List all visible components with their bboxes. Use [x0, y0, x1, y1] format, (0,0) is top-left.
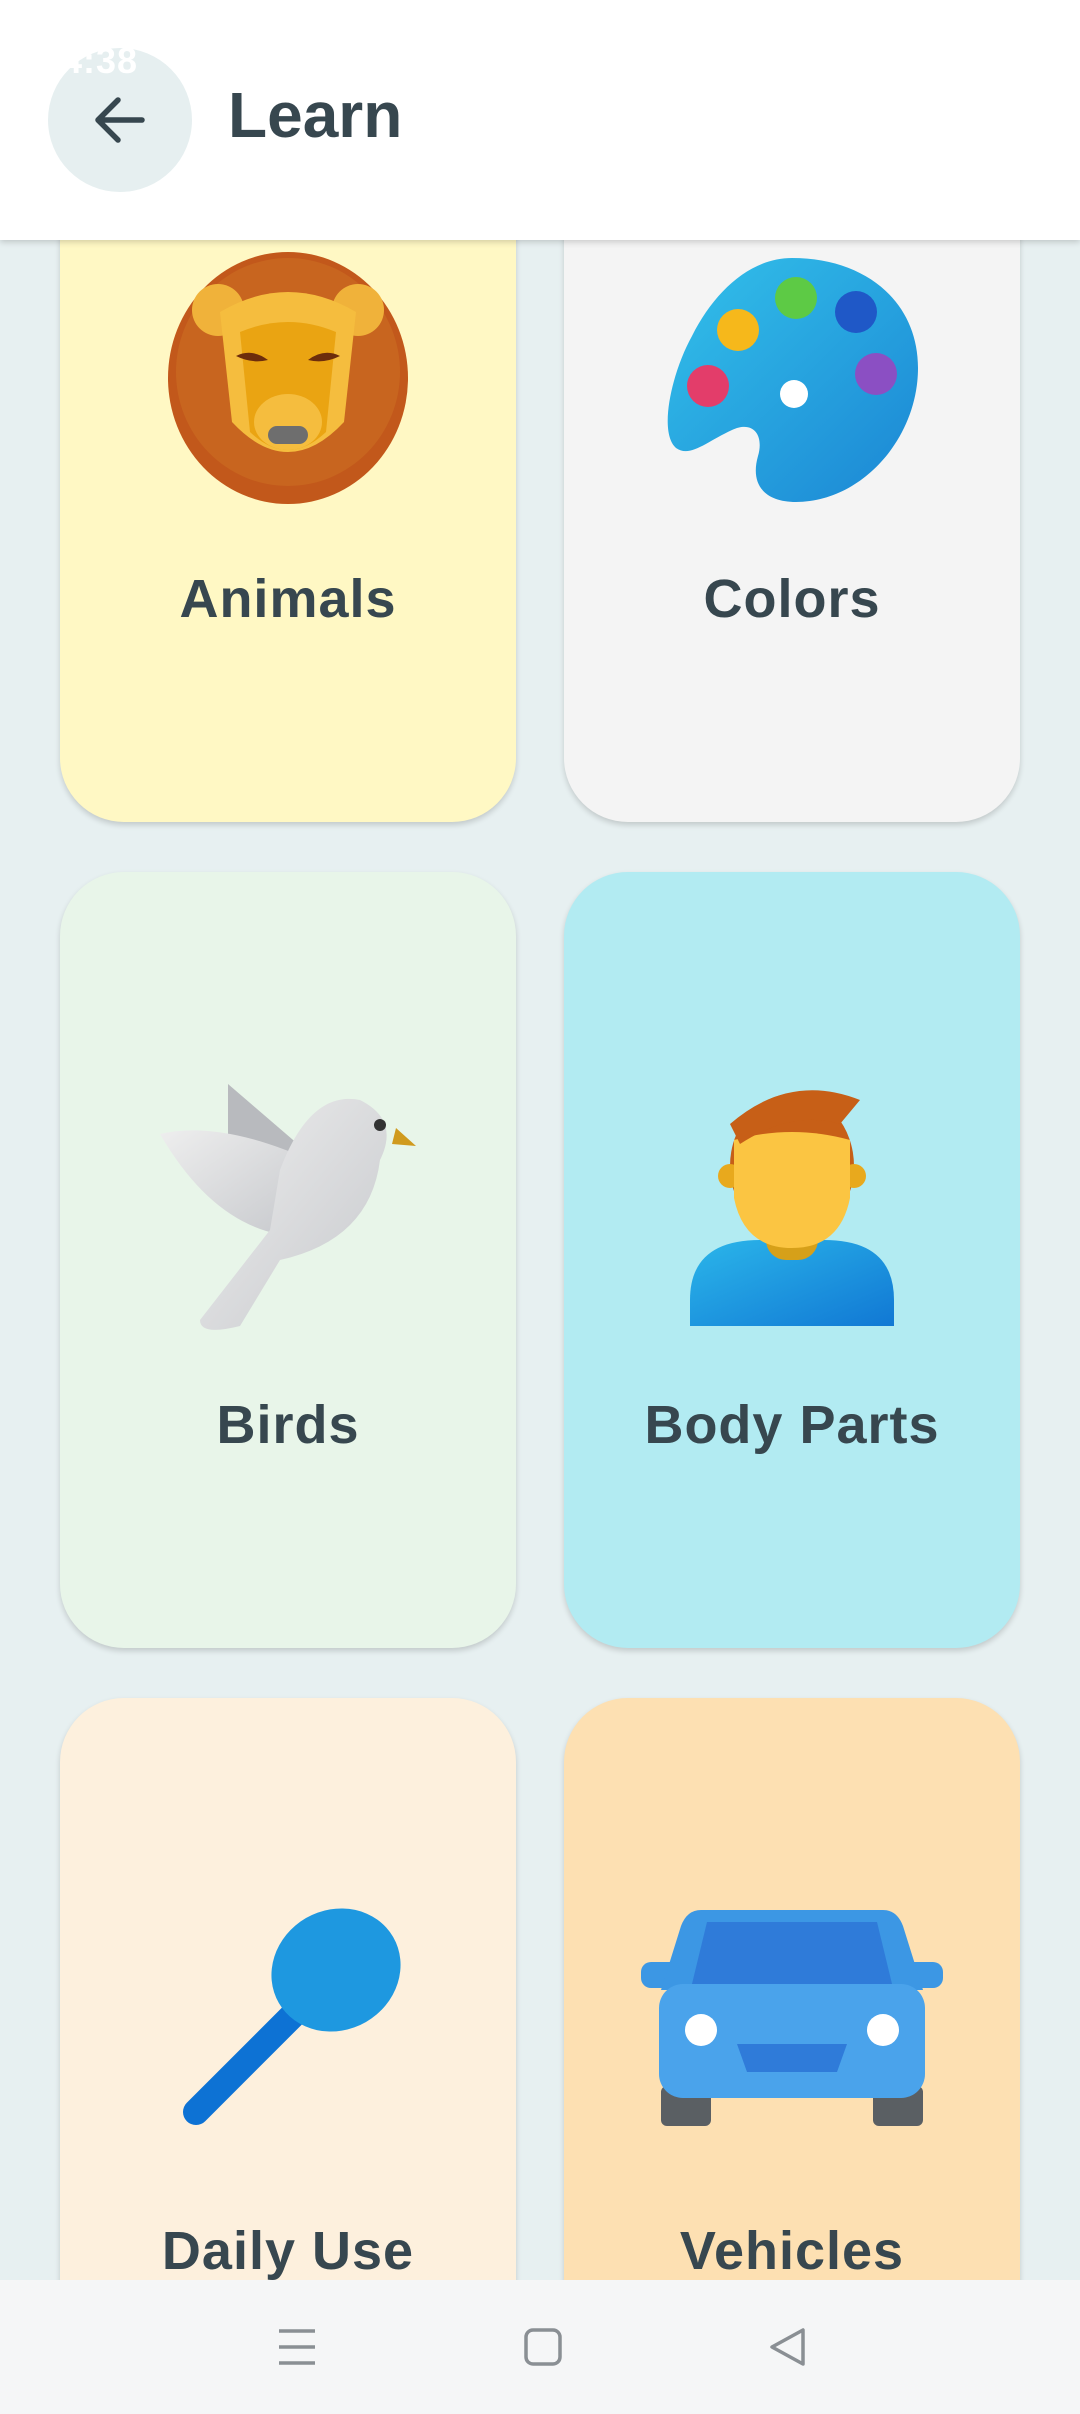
nav-home-button[interactable] [498, 2302, 588, 2392]
category-label: Birds [216, 1395, 360, 1455]
category-label: Daily Use [161, 2221, 415, 2280]
car-icon [564, 1906, 1020, 2126]
palette-icon [564, 252, 1020, 504]
spoon-icon [60, 1906, 516, 2134]
system-navigation-bar [0, 2280, 1080, 2414]
page-title: Learn [228, 79, 403, 151]
category-label: Animals [179, 569, 397, 629]
arrow-left-icon [95, 97, 145, 143]
category-grid[interactable]: Animals Colors Birds Body Parts Daily Us… [0, 0, 1080, 2280]
home-icon [524, 2328, 562, 2366]
category-card-body-parts[interactable]: Body Parts [564, 872, 1020, 1648]
dove-icon [60, 1080, 516, 1330]
category-card-daily-use[interactable]: Daily Use [60, 1698, 516, 2280]
person-icon [564, 1080, 1020, 1326]
category-label: Vehicles [679, 2221, 905, 2280]
nav-recents-button[interactable] [252, 2302, 342, 2392]
category-label: Body Parts [644, 1395, 940, 1455]
menu-icon [279, 2329, 315, 2365]
back-triangle-icon [770, 2328, 805, 2366]
nav-back-button[interactable] [742, 2302, 832, 2392]
category-card-vehicles[interactable]: Vehicles [564, 1698, 1020, 2280]
status-bar-time: 4:38 [62, 40, 139, 81]
category-card-birds[interactable]: Birds [60, 872, 516, 1648]
category-label: Colors [703, 569, 881, 629]
lion-icon [60, 252, 516, 504]
app-bar: 4:38 Learn [0, 0, 1080, 240]
